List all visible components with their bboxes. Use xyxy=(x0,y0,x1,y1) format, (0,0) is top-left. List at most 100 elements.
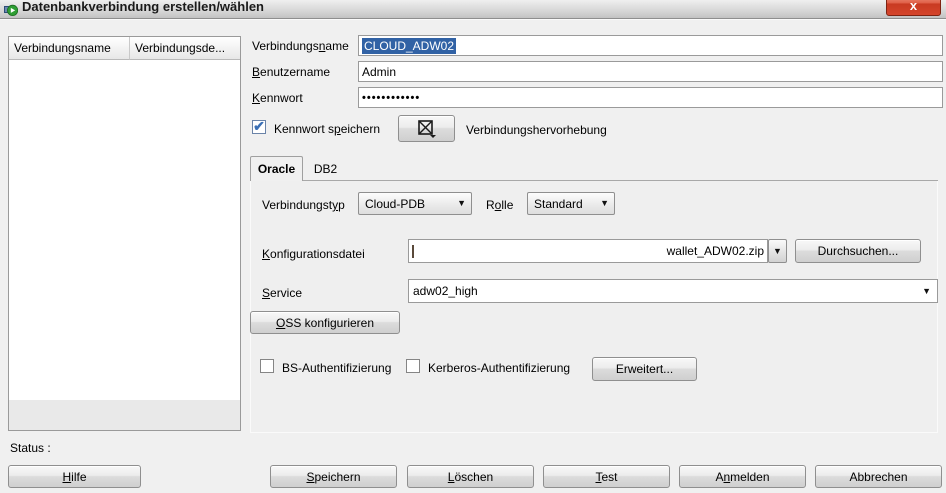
titlebar-divider xyxy=(0,19,946,20)
chevron-down-icon: ▼ xyxy=(773,245,782,256)
config-file-input[interactable]: wallet_ADW02.zip xyxy=(408,239,768,263)
text-cursor xyxy=(412,244,414,258)
connection-type-label: Verbindungstyp xyxy=(262,198,345,212)
tab-db2-label: DB2 xyxy=(313,162,338,176)
label-mnemonic: p xyxy=(334,122,341,136)
advanced-button[interactable]: Erweitert... xyxy=(592,357,697,381)
label-part: R xyxy=(486,198,495,212)
label-part: Kerberos-Authentifizierung xyxy=(428,361,571,375)
help-button[interactable]: Hilfe xyxy=(8,465,141,488)
connection-dialog: Datenbankverbindung erstellen/wählen x V… xyxy=(0,0,946,493)
config-file-label: Konfigurationsdatei xyxy=(262,247,365,261)
column-header-details[interactable]: Verbindungsde... xyxy=(130,37,240,60)
password-input[interactable]: •••••••••••• xyxy=(358,87,943,108)
role-select[interactable]: Standard ▼ xyxy=(527,192,615,215)
username-input[interactable]: Admin xyxy=(358,61,943,82)
test-button-label: Test xyxy=(595,470,617,484)
cancel-button-label: Abbrechen xyxy=(849,469,908,484)
label-part: ame xyxy=(325,39,349,53)
connections-list[interactable]: Verbindungsname Verbindungsde... xyxy=(8,36,241,431)
label-part: enutzername xyxy=(260,65,331,79)
connection-type-value: Cloud-PDB xyxy=(365,196,426,211)
os-auth-checkbox[interactable] xyxy=(260,359,274,373)
column-header-details-label: Verbindungsde... xyxy=(135,41,226,55)
checkmark-icon: ✔ xyxy=(253,117,265,134)
username-label: Benutzername xyxy=(252,65,330,79)
close-icon: x xyxy=(909,0,918,13)
browse-button[interactable]: Durchsuchen... xyxy=(795,239,921,263)
kerberos-auth-label: Kerberos-Authentifizierung xyxy=(428,361,570,375)
chevron-down-icon: ▼ xyxy=(922,285,931,296)
column-header-name-label: Verbindungsname xyxy=(14,41,111,55)
new-connection-icon xyxy=(4,2,18,16)
label-part: melden xyxy=(730,469,770,484)
connect-button[interactable]: Anmelden xyxy=(679,465,806,488)
role-label: Rolle xyxy=(486,198,513,212)
label-part: Status : xyxy=(10,441,51,455)
color-picker-icon xyxy=(416,119,438,138)
role-value: Standard xyxy=(534,196,583,211)
label-part: peichern xyxy=(314,469,361,484)
connections-list-body[interactable] xyxy=(9,60,240,400)
label-part: lle xyxy=(501,198,514,212)
label-mnemonic: O xyxy=(275,315,286,330)
label-part: öschen xyxy=(454,469,494,484)
column-header-name[interactable]: Verbindungsname xyxy=(9,37,130,60)
label-part: ennwort xyxy=(260,91,303,105)
tab-oracle-label: Oracle xyxy=(257,162,296,176)
label-part: est xyxy=(601,469,618,484)
connection-color-label: Verbindungshervorhebung xyxy=(466,123,607,137)
tab-oracle[interactable]: Oracle xyxy=(250,156,303,181)
oss-configure-label: OSS konfigurieren xyxy=(276,316,374,330)
label-mnemonic: B xyxy=(252,65,261,79)
tab-db2[interactable]: DB2 xyxy=(303,158,348,180)
config-file-dropdown-button[interactable]: ▼ xyxy=(768,239,787,263)
label-mnemonic: K xyxy=(262,247,271,261)
browse-button-label: Durchsuchen... xyxy=(817,244,899,258)
save-button[interactable]: Speichern xyxy=(270,465,397,488)
label-part: SS konfigurieren xyxy=(285,315,375,330)
connections-list-header: Verbindungsname Verbindungsde... xyxy=(9,37,240,60)
connections-list-footer xyxy=(9,400,240,430)
label-part: Kennwort s xyxy=(274,122,335,136)
connection-type-select[interactable]: Cloud-PDB ▼ xyxy=(358,192,472,215)
label-part: ilfe xyxy=(71,469,87,484)
save-password-label: Kennwort speichern xyxy=(274,122,380,136)
close-button[interactable]: x xyxy=(886,0,941,16)
test-button[interactable]: Test xyxy=(543,465,670,488)
label-part: BS-Authentifizierung xyxy=(282,361,392,375)
titlebar[interactable]: Datenbankverbindung erstellen/wählen x xyxy=(0,0,946,19)
connection-name-label: Verbindungsname xyxy=(252,39,349,53)
save-button-label: Speichern xyxy=(306,470,360,484)
oss-configure-button[interactable]: OSS konfigurieren xyxy=(250,311,400,334)
help-button-label: Hilfe xyxy=(62,470,86,484)
label-part: Verbindungshervorhebung xyxy=(466,123,607,137)
delete-button[interactable]: Löschen xyxy=(407,465,534,488)
save-password-checkbox[interactable]: ✔ xyxy=(252,117,266,134)
connection-name-input[interactable]: CLOUD_ADW02 xyxy=(358,35,943,56)
password-label: Kennwort xyxy=(252,91,303,105)
label-part: onfigurationsdatei xyxy=(270,247,365,261)
config-file-value: wallet_ADW02.zip xyxy=(666,244,764,258)
service-label: Service xyxy=(262,286,302,300)
service-value: adw02_high xyxy=(413,284,478,298)
label-part: eichern xyxy=(340,122,381,136)
connection-color-button[interactable] xyxy=(398,115,455,142)
password-value: •••••••••••• xyxy=(362,91,421,104)
dialog-title: Datenbankverbindung erstellen/wählen xyxy=(22,0,264,14)
label-part: p xyxy=(338,198,345,212)
label-part: Verbindungs xyxy=(252,39,319,53)
label-mnemonic: S xyxy=(262,286,271,300)
label-part: ervice xyxy=(270,286,303,300)
chevron-down-icon: ▼ xyxy=(457,198,466,208)
chevron-down-icon: ▼ xyxy=(600,198,609,208)
service-select[interactable]: adw02_high ▼ xyxy=(408,279,938,303)
oracle-tab-panel xyxy=(250,181,938,433)
status-label: Status : xyxy=(10,441,51,455)
kerberos-auth-checkbox[interactable] xyxy=(406,359,420,373)
label-part: Verbindungst xyxy=(262,198,333,212)
label-mnemonic: K xyxy=(252,91,261,105)
username-value: Admin xyxy=(362,64,397,79)
label-mnemonic: H xyxy=(62,469,72,484)
cancel-button[interactable]: Abbrechen xyxy=(815,465,942,488)
